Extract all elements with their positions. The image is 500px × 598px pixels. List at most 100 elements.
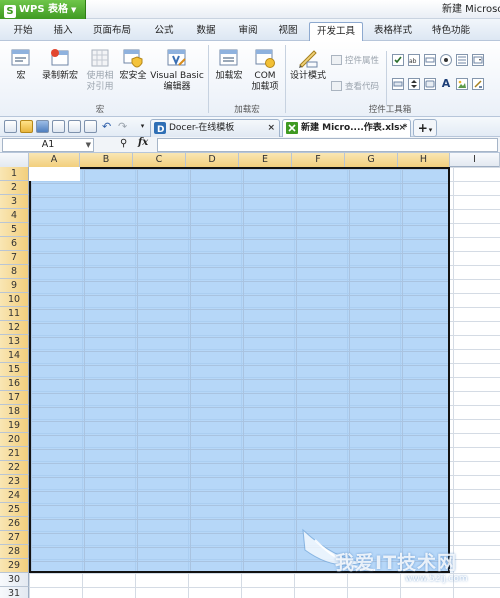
row-header-20[interactable]: 20 (0, 433, 29, 447)
row-header-25[interactable]: 25 (0, 503, 29, 517)
select-all-corner[interactable] (0, 153, 29, 167)
column-header-c[interactable]: C (133, 153, 186, 167)
spin-button-control-icon[interactable] (408, 78, 420, 90)
tab-formulas[interactable]: 公式 (142, 22, 186, 41)
docer-icon: D (154, 122, 166, 135)
column-header-f[interactable]: F (292, 153, 345, 167)
active-cell[interactable] (29, 167, 80, 181)
macro-security-button[interactable]: 宏安全 (118, 47, 148, 82)
option-button-control-icon[interactable] (440, 54, 452, 66)
row-header-15[interactable]: 15 (0, 363, 29, 377)
export-pdf-icon[interactable] (52, 120, 65, 133)
close-icon[interactable]: × (398, 120, 406, 136)
control-properties-button[interactable]: 控件属性 (331, 55, 379, 67)
open-folder-icon[interactable] (20, 120, 33, 133)
column-header-b[interactable]: B (80, 153, 133, 167)
spreadsheet-file-icon (286, 122, 298, 134)
design-mode-button[interactable]: 设计模式 (289, 47, 327, 82)
row-header-2[interactable]: 2 (0, 181, 29, 195)
tab-page-layout[interactable]: 页面布局 (84, 22, 140, 41)
print-icon[interactable] (68, 120, 81, 133)
tab-workbook[interactable]: 新建 Micro....作表.xls * × (282, 119, 411, 137)
insert-function-icon[interactable]: fx (138, 137, 148, 148)
row-header-26[interactable]: 26 (0, 517, 29, 531)
selected-range[interactable] (29, 167, 450, 573)
row-header-28[interactable]: 28 (0, 545, 29, 559)
row-header-11[interactable]: 11 (0, 307, 29, 321)
command-button-control-icon[interactable] (424, 78, 436, 90)
magnifier-icon[interactable]: ⚲ (120, 138, 127, 149)
tab-home[interactable]: 开始 (4, 22, 42, 41)
row-header-27[interactable]: 27 (0, 531, 29, 545)
row-header-6[interactable]: 6 (0, 237, 29, 251)
row-header-4[interactable]: 4 (0, 209, 29, 223)
row-header-18[interactable]: 18 (0, 405, 29, 419)
listbox-control-icon[interactable] (456, 54, 468, 66)
more-controls-icon[interactable] (472, 78, 484, 90)
row-header-16[interactable]: 16 (0, 377, 29, 391)
row-header-10[interactable]: 10 (0, 293, 29, 307)
row-header-17[interactable]: 17 (0, 391, 29, 405)
row-header-29[interactable]: 29 (0, 559, 29, 573)
row-header-19[interactable]: 19 (0, 419, 29, 433)
new-tab-button[interactable]: +▾ (413, 119, 437, 137)
chevron-down-icon: ▼ (71, 6, 77, 14)
wps-logo-icon: S (4, 5, 16, 18)
view-code-button[interactable]: 查看代码 (331, 81, 379, 93)
customize-toolbar-icon[interactable]: ▾ (136, 120, 149, 133)
undo-icon[interactable]: ↶ (102, 120, 115, 133)
close-icon[interactable]: × (267, 120, 275, 136)
row-header-7[interactable]: 7 (0, 251, 29, 265)
record-macro-button[interactable]: 录制新宏 (38, 47, 82, 82)
app-menu-button[interactable]: S WPS 表格 ▼ (0, 0, 86, 19)
column-header-e[interactable]: E (239, 153, 292, 167)
print-preview-icon[interactable] (84, 120, 97, 133)
textbox-control-icon[interactable] (424, 54, 436, 66)
tab-data[interactable]: 数据 (188, 22, 224, 41)
tab-docer-templates[interactable]: D Docer-在线模板 × (150, 119, 280, 137)
combobox-control-icon[interactable] (472, 54, 484, 66)
row-header-21[interactable]: 21 (0, 447, 29, 461)
column-header-i[interactable]: I (450, 153, 500, 167)
row-header-9[interactable]: 9 (0, 279, 29, 293)
name-box[interactable]: A1 ▼ (2, 138, 94, 152)
tab-insert[interactable]: 插入 (44, 22, 82, 41)
add-ins-button[interactable]: 加载宏 (212, 47, 246, 82)
column-header-h[interactable]: H (398, 153, 450, 167)
checkbox-control-icon[interactable] (392, 54, 404, 66)
column-header-d[interactable]: D (186, 153, 239, 167)
formula-bar: A1 ▼ ⚲ fx (0, 137, 500, 153)
save-icon[interactable] (36, 120, 49, 133)
row-header-3[interactable]: 3 (0, 195, 29, 209)
new-file-icon[interactable] (4, 120, 17, 133)
row-header-23[interactable]: 23 (0, 475, 29, 489)
title-bar: SWPS 表格▼ 新建 Microsoft (0, 0, 500, 19)
row-header-13[interactable]: 13 (0, 335, 29, 349)
tab-review[interactable]: 审阅 (228, 22, 268, 41)
row-header-1[interactable]: 1 (0, 167, 29, 181)
tab-view[interactable]: 视图 (270, 22, 306, 41)
column-header-a[interactable]: A (29, 153, 80, 167)
com-add-ins-button[interactable]: COM 加载项 (248, 47, 282, 93)
row-header-8[interactable]: 8 (0, 265, 29, 279)
label-control-icon[interactable]: ab (408, 54, 420, 66)
macros-button[interactable]: 宏 (6, 47, 36, 82)
row-header-12[interactable]: 12 (0, 321, 29, 335)
label-a-control-icon[interactable]: A (440, 78, 452, 90)
row-header-22[interactable]: 22 (0, 461, 29, 475)
row-header-24[interactable]: 24 (0, 489, 29, 503)
row-header-14[interactable]: 14 (0, 349, 29, 363)
redo-icon[interactable]: ↷ (118, 120, 131, 133)
tab-special-features[interactable]: 特色功能 (422, 22, 480, 41)
visual-basic-editor-button[interactable]: Visual Basic 编辑器 (150, 47, 204, 93)
tab-developer[interactable]: 开发工具 (309, 22, 363, 41)
tab-table-style[interactable]: 表格样式 (368, 22, 418, 41)
image-control-icon[interactable] (456, 78, 468, 90)
relative-reference-button[interactable]: 使用相 对引用 (84, 47, 116, 93)
column-header-g[interactable]: G (345, 153, 398, 167)
row-header-30[interactable]: 30 (0, 573, 29, 587)
formula-input[interactable] (157, 138, 498, 152)
row-header-31[interactable]: 31 (0, 587, 29, 598)
row-header-5[interactable]: 5 (0, 223, 29, 237)
scrollbar-control-icon[interactable] (392, 78, 404, 90)
